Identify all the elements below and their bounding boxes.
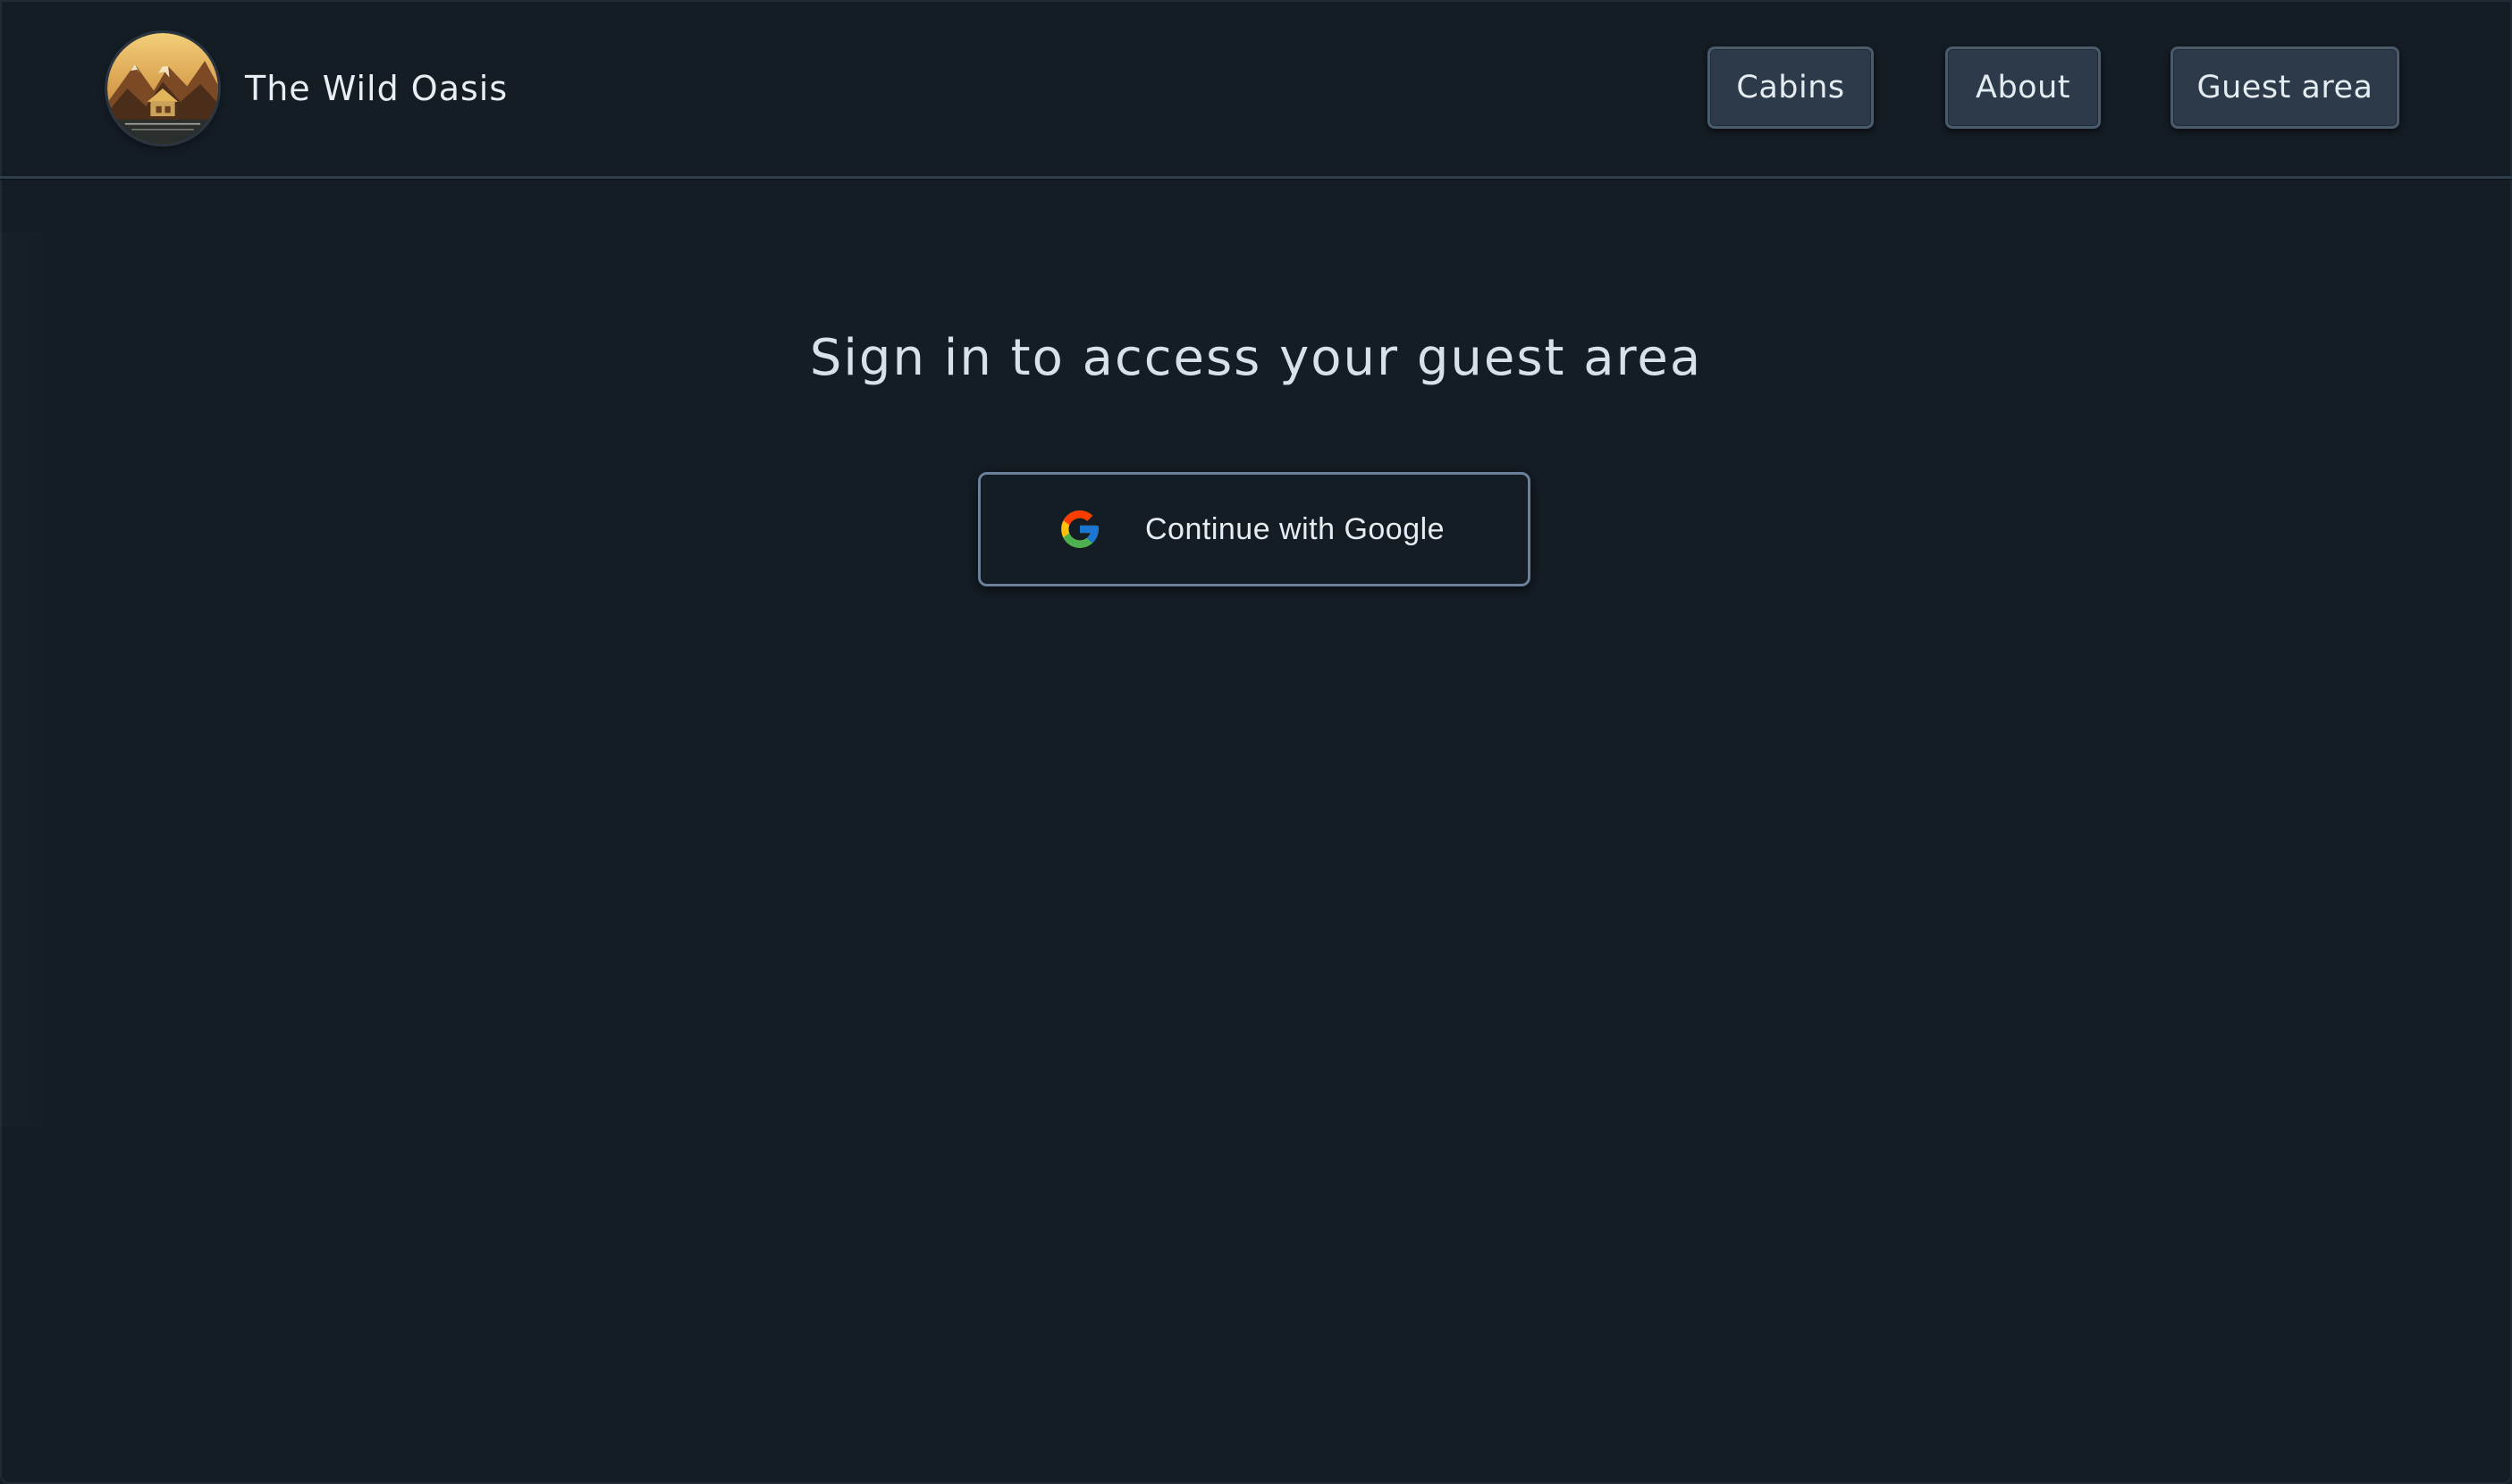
nav-cabins-button[interactable]: Cabins [1707,46,1874,129]
continue-with-google-button[interactable]: Continue with Google [978,472,1530,586]
nav-guest-area-button[interactable]: Guest area [2171,46,2399,129]
page-title: Sign in to access your guest area [809,329,1703,387]
site-header: The Wild Oasis Cabins About Guest area [0,0,2512,179]
window-frame [0,0,2512,1484]
nav-about-button[interactable]: About [1945,46,2101,129]
google-button-label: Continue with Google [1145,511,1446,546]
google-g-icon [1061,510,1099,548]
logo-text: The Wild Oasis [245,69,509,108]
mountain-cabin-logo-icon [107,33,218,144]
logo-link[interactable]: The Wild Oasis [107,32,508,145]
